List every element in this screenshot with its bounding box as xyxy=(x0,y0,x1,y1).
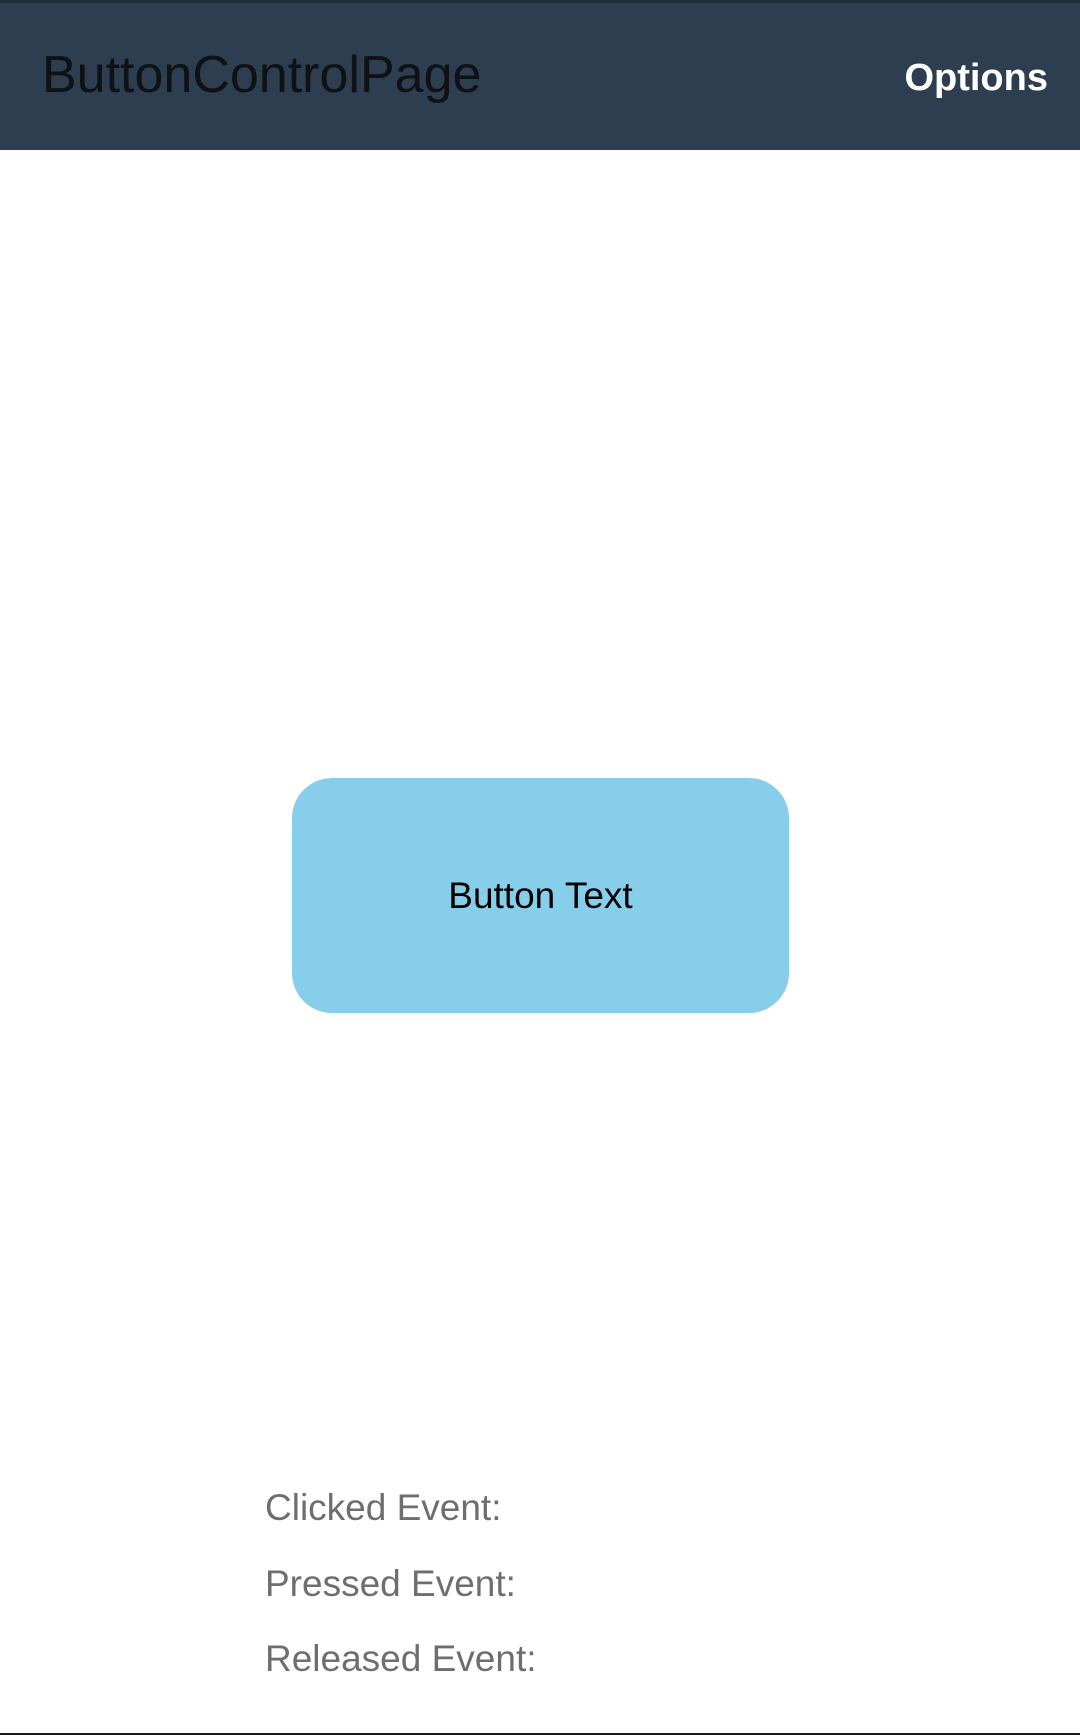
options-button[interactable]: Options xyxy=(904,55,1048,101)
released-event-label: Released Event: xyxy=(265,1638,537,1679)
page: ButtonControlPage Options Button Text Cl… xyxy=(0,0,1080,1735)
clicked-event-label: Clicked Event: xyxy=(265,1487,502,1528)
main-button[interactable]: Button Text xyxy=(292,778,789,1013)
page-title: ButtonControlPage xyxy=(42,46,482,104)
pressed-event-label: Pressed Event: xyxy=(265,1563,516,1604)
app-bar: ButtonControlPage Options xyxy=(0,0,1080,150)
main-button-label: Button Text xyxy=(448,874,633,916)
